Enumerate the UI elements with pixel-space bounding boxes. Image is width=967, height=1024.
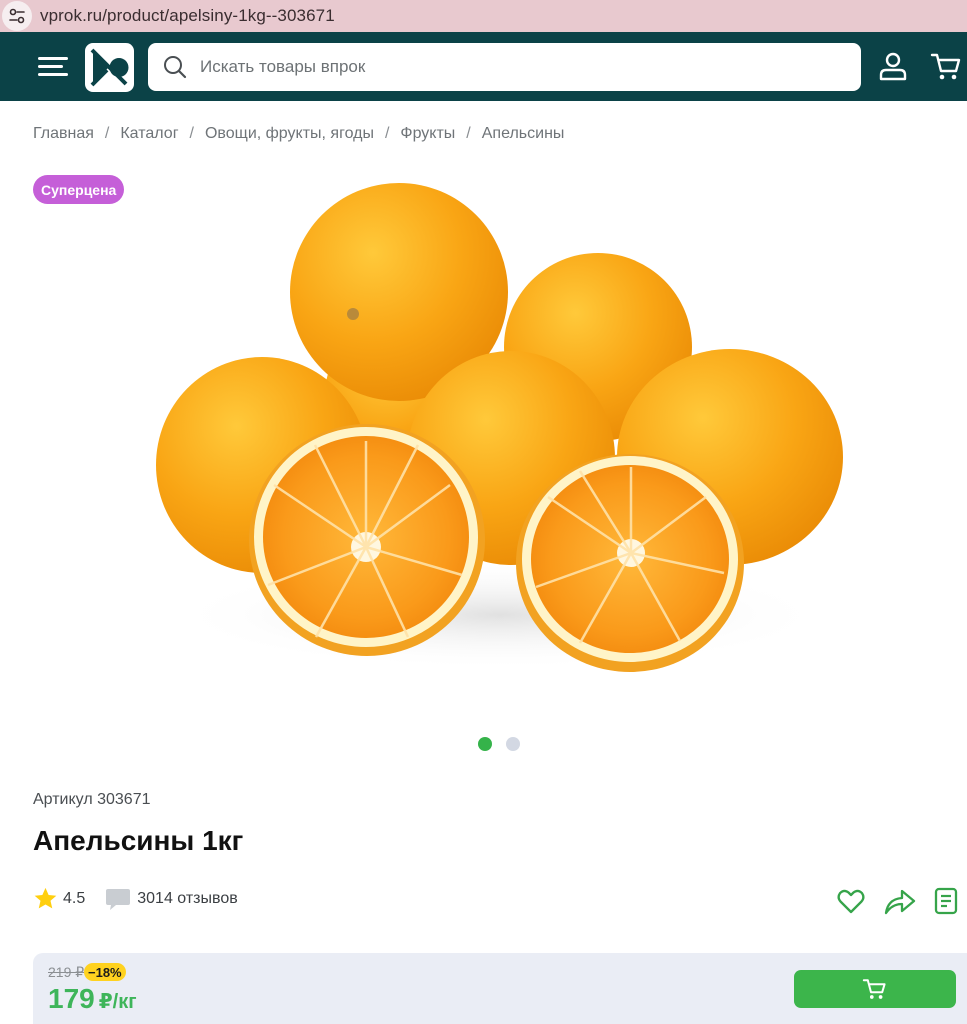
url-text[interactable]: vprok.ru/product/apelsiny-1kg--303671	[40, 6, 335, 26]
gallery-dot-2[interactable]	[506, 737, 520, 751]
breadcrumb-separator: /	[466, 125, 471, 142]
breadcrumb-item-vegetables-fruits[interactable]: Овощи, фрукты, ягоды	[205, 125, 374, 143]
price-unit: ₽/кг	[98, 991, 137, 1013]
vprok-logo[interactable]	[85, 43, 134, 92]
cart-icon[interactable]	[930, 50, 962, 82]
rating-row: 4.5 3014 отзывов	[33, 886, 238, 911]
old-price: 219 ₽	[48, 964, 85, 980]
share-icon[interactable]	[883, 886, 917, 916]
breadcrumb-separator: /	[104, 125, 110, 142]
star-icon	[34, 887, 57, 909]
breadcrumb: Главная / Каталог / Овощи, фрукты, ягоды…	[33, 125, 564, 143]
site-header	[0, 32, 967, 101]
browser-url-bar: vprok.ru/product/apelsiny-1kg--303671	[0, 0, 967, 32]
current-price: 179 ₽/кг	[48, 983, 137, 1015]
search-box[interactable]	[148, 43, 861, 91]
product-image[interactable]	[150, 175, 850, 695]
breadcrumb-item-home[interactable]: Главная	[33, 125, 94, 143]
gallery-pagination	[478, 737, 520, 751]
discount-badge: −18%	[84, 963, 126, 981]
rating-value: 4.5	[63, 889, 86, 907]
gallery-dot-1[interactable]	[478, 737, 492, 751]
reviews-link[interactable]: 3014 отзывов	[137, 890, 237, 908]
product-title: Апельсины 1кг	[33, 825, 244, 856]
search-input[interactable]	[200, 57, 800, 77]
site-settings-icon[interactable]	[2, 1, 32, 31]
breadcrumb-item-fruits[interactable]: Фрукты	[400, 125, 455, 143]
hamburger-menu-icon[interactable]	[38, 54, 68, 80]
user-icon[interactable]	[877, 50, 909, 82]
breadcrumb-item-oranges[interactable]: Апельсины	[482, 125, 565, 143]
price-panel: 219 ₽ −18% 179 ₽/кг	[33, 953, 967, 1024]
breadcrumb-separator: /	[189, 125, 194, 142]
document-icon[interactable]	[932, 886, 960, 916]
breadcrumb-separator: /	[384, 125, 390, 142]
search-icon[interactable]	[162, 54, 188, 80]
cart-icon	[862, 979, 886, 999]
breadcrumb-item-catalog[interactable]: Каталог	[120, 125, 178, 143]
current-price-value: 179	[48, 983, 95, 1014]
comment-icon[interactable]	[105, 887, 131, 911]
superprice-badge: Суперцена	[33, 175, 125, 204]
product-article: Артикул 303671	[33, 791, 151, 808]
add-to-cart-button[interactable]	[794, 970, 956, 1008]
heart-icon[interactable]	[836, 886, 866, 916]
